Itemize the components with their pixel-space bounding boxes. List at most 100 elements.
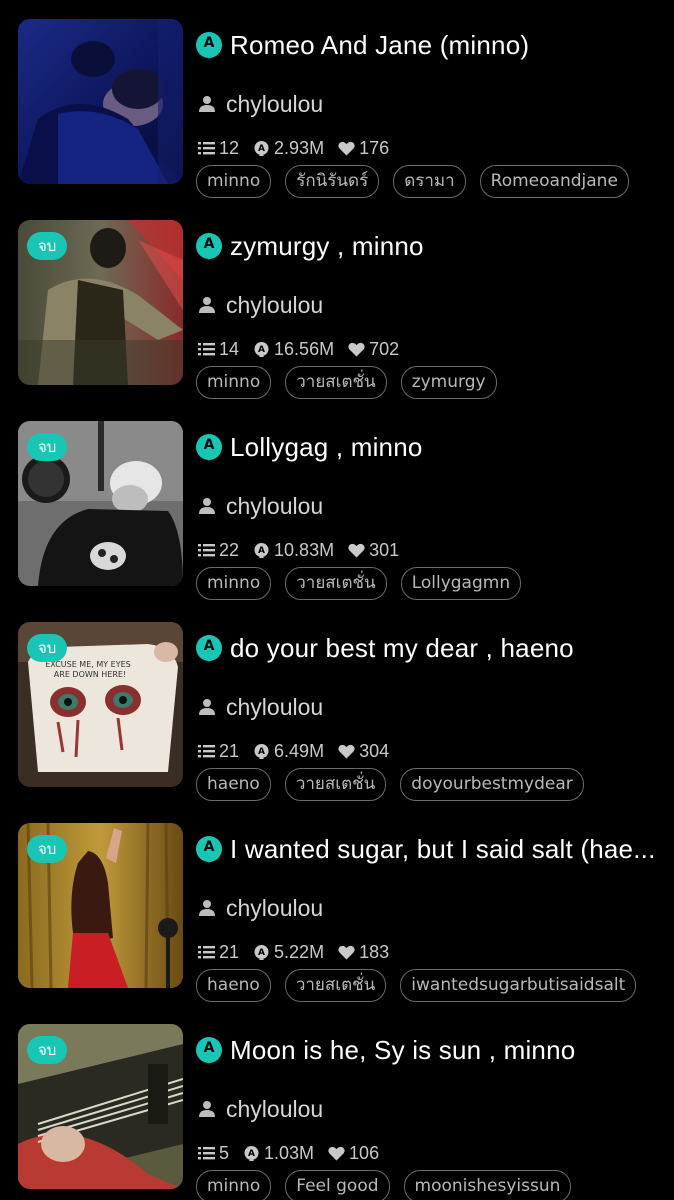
list-icon [198, 343, 215, 356]
author-row[interactable]: chyloulou [198, 891, 323, 925]
tag-chip[interactable]: iwantedsugarbutisaidsalt [400, 969, 637, 1002]
completed-badge: จบ [27, 1036, 68, 1064]
reads-count: 16.56M [274, 338, 335, 359]
author-row[interactable]: chyloulou [198, 489, 323, 523]
tag-chip[interactable]: doyourbestmydear [400, 768, 584, 801]
chapters-stat: 14 [198, 339, 239, 360]
chapters-count: 5 [219, 1142, 230, 1163]
tag-chip[interactable]: รักนิรันดร์ [285, 165, 380, 198]
story-title-row[interactable]: I wanted sugar, but I said salt (hae... [196, 831, 674, 867]
likes-count: 304 [359, 740, 390, 761]
author-name[interactable]: chyloulou [226, 493, 323, 520]
completed-badge: จบ [27, 433, 68, 461]
story-stats: 14 A 16.56M 702 [198, 338, 413, 360]
reads-count: 1.03M [264, 1142, 315, 1163]
likes-stat: 301 [348, 540, 399, 561]
author-row[interactable]: chyloulou [198, 288, 323, 322]
story-stats: 5 A 1.03M 106 [198, 1142, 393, 1164]
tag-chip[interactable]: moonishesyissun [403, 1170, 572, 1200]
chapters-stat: 21 [198, 942, 239, 963]
story-card[interactable]: EXCUSE ME, MY EYES ARE DOWN HERE! จบ do … [0, 622, 674, 801]
chapters-count: 12 [219, 137, 240, 158]
story-cover[interactable]: จบ [18, 421, 183, 586]
reads-stat: A 10.83M [253, 540, 334, 561]
author-row[interactable]: chyloulou [198, 1092, 323, 1126]
tag-chip[interactable]: minno [196, 165, 272, 198]
reads-count: 2.93M [274, 137, 325, 158]
tag-chip[interactable]: minno [196, 366, 272, 399]
author-row[interactable]: chyloulou [198, 87, 323, 121]
reads-icon: A [254, 743, 269, 759]
story-title-row[interactable]: zymurgy , minno [196, 228, 674, 264]
a-badge-icon [196, 635, 222, 662]
likes-stat: 106 [328, 1143, 379, 1164]
user-icon [199, 900, 215, 916]
author-name[interactable]: chyloulou [226, 292, 323, 319]
likes-stat: 183 [338, 942, 389, 963]
tag-chip[interactable]: Lollygagmn [400, 567, 522, 600]
list-icon [198, 142, 215, 155]
reads-count: 5.22M [274, 941, 325, 962]
chapters-count: 21 [219, 740, 240, 761]
user-icon [199, 297, 215, 313]
likes-count: 176 [359, 137, 390, 158]
story-title[interactable]: Moon is he, Sy is sun , minno [230, 1035, 575, 1066]
tag-chip[interactable]: วายสเตชั่น [285, 366, 387, 399]
tag-list: haeno วายสเตชั่น doyourbestmydear [196, 768, 598, 801]
author-name[interactable]: chyloulou [226, 895, 323, 922]
heart-icon [348, 543, 365, 557]
list-icon [198, 544, 215, 557]
tag-chip[interactable]: Romeoandjane [479, 165, 629, 198]
story-card[interactable]: จบ zymurgy , minno chyloulou 14 [0, 220, 674, 399]
story-title[interactable]: I wanted sugar, but I said salt (hae... [230, 834, 656, 865]
likes-stat: 702 [348, 339, 399, 360]
story-card[interactable]: จบ I wanted sugar, but I said salt (hae.… [0, 823, 674, 1002]
story-card[interactable]: Romeo And Jane (minno) chyloulou 12 [0, 19, 674, 198]
likes-count: 106 [349, 1142, 380, 1163]
tag-chip[interactable]: วายสเตชั่น [284, 768, 387, 801]
story-title-row[interactable]: do your best my dear , haeno [196, 630, 674, 666]
story-card[interactable]: จบ Moon is he, Sy is sun , minno chyloul… [0, 1024, 674, 1200]
heart-icon [338, 141, 355, 155]
story-cover[interactable]: จบ [18, 1024, 183, 1189]
completed-badge: จบ [27, 634, 68, 662]
story-title[interactable]: do your best my dear , haeno [230, 633, 574, 664]
tag-chip[interactable]: minno [196, 567, 272, 600]
chapters-stat: 12 [198, 138, 239, 159]
heart-icon [338, 744, 355, 758]
story-cover[interactable] [18, 19, 183, 184]
author-name[interactable]: chyloulou [226, 1096, 323, 1123]
chapters-count: 21 [219, 941, 240, 962]
tag-chip[interactable]: วายสเตชั่น [284, 969, 387, 1002]
tag-chip[interactable]: zymurgy [400, 366, 497, 399]
tag-list: minno วายสเตชั่น Lollygagmn [196, 567, 535, 600]
story-card[interactable]: จบ Lollygag , minno chyloulou 22 [0, 421, 674, 600]
tag-chip[interactable]: haeno [196, 768, 271, 801]
tag-chip[interactable]: ดรามา [393, 165, 466, 198]
story-title-row[interactable]: Moon is he, Sy is sun , minno [196, 1032, 674, 1068]
story-title-row[interactable]: Romeo And Jane (minno) [196, 27, 674, 63]
author-name[interactable]: chyloulou [226, 694, 323, 721]
story-cover[interactable]: จบ [18, 220, 183, 385]
tag-chip[interactable]: minno [196, 1170, 272, 1200]
chapters-count: 14 [219, 338, 240, 359]
reads-icon: A [254, 341, 269, 357]
a-badge-icon [196, 836, 222, 863]
tag-chip[interactable]: Feel good [285, 1170, 390, 1200]
completed-badge: จบ [27, 835, 68, 863]
story-cover[interactable]: EXCUSE ME, MY EYES ARE DOWN HERE! จบ [18, 622, 183, 787]
story-title[interactable]: Romeo And Jane (minno) [230, 30, 529, 61]
reads-stat: A 5.22M [253, 942, 324, 963]
author-row[interactable]: chyloulou [198, 690, 323, 724]
svg-text:A: A [258, 747, 265, 757]
story-title[interactable]: zymurgy , minno [230, 231, 424, 262]
story-title-row[interactable]: Lollygag , minno [196, 429, 674, 465]
reads-stat: A 2.93M [253, 138, 324, 159]
tag-chip[interactable]: วายสเตชั่น [285, 567, 387, 600]
svg-text:A: A [258, 144, 265, 154]
story-cover[interactable]: จบ [18, 823, 183, 988]
tag-chip[interactable]: haeno [196, 969, 271, 1002]
reads-icon: A [254, 542, 269, 558]
story-title[interactable]: Lollygag , minno [230, 432, 423, 463]
author-name[interactable]: chyloulou [226, 91, 323, 118]
